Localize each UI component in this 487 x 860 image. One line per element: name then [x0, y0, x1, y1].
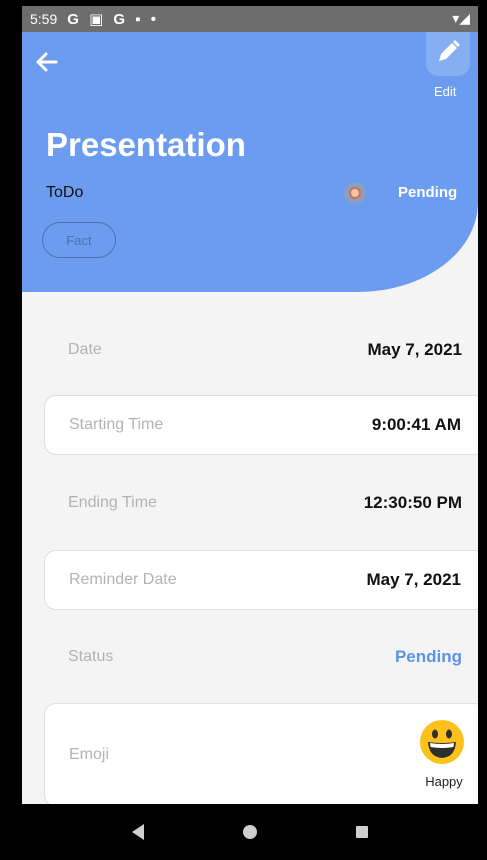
device-frame-left: [0, 0, 22, 860]
grinning-face-icon: [419, 719, 465, 765]
task-title: Presentation: [46, 126, 246, 163]
emoji-value: Happy: [425, 774, 463, 789]
date-value: May 7, 2021: [367, 340, 462, 359]
status-bar: 5:59 G ▣ G ▪ • ▾◢: [22, 6, 478, 32]
signal-battery-icon: ▾◢: [452, 10, 470, 26]
ending-time-row: Ending Time 12:30:50 PM: [44, 473, 478, 533]
device-frame-right: [478, 0, 487, 860]
status-label: Status: [68, 648, 114, 665]
reminder-date-value: May 7, 2021: [366, 570, 461, 589]
nav-home-icon[interactable]: [242, 825, 257, 839]
nav-back-icon[interactable]: [131, 824, 144, 840]
ending-time-value: 12:30:50 PM: [363, 493, 462, 512]
date-row: Date May 7, 2021: [44, 320, 478, 380]
task-header: Edit Presentation ToDo Pending Fact: [22, 32, 478, 292]
status-row: Status Pending: [44, 627, 478, 687]
starting-time-label: Starting Time: [69, 416, 164, 433]
emoji-row: Emoji Happy: [44, 703, 478, 807]
android-nav-bar: [22, 804, 478, 860]
phone-screen: 5:59 G ▣ G ▪ • ▾◢ Edit Presentation ToDo…: [22, 6, 478, 860]
pending-status-icon: [344, 182, 366, 204]
notification-icons: G ▣ G ▪ •: [67, 11, 159, 28]
nav-recent-apps-icon[interactable]: [356, 826, 369, 838]
ending-time-label: Ending Time: [68, 494, 157, 511]
emoji-label: Emoji: [69, 746, 110, 763]
status-time: 5:59: [30, 11, 58, 27]
status-value: Pending: [394, 647, 462, 666]
reminder-date-label: Reminder Date: [69, 571, 177, 588]
starting-time-value: 9:00:41 AM: [371, 415, 461, 434]
edit-label[interactable]: Edit: [434, 84, 456, 99]
back-arrow-icon[interactable]: [36, 50, 58, 76]
header-status: Pending: [398, 184, 458, 201]
task-category: ToDo: [46, 184, 84, 201]
pencil-icon: [435, 39, 461, 70]
reminder-date-row: Reminder Date May 7, 2021: [44, 550, 478, 610]
tag-chip[interactable]: Fact: [42, 222, 116, 258]
edit-button[interactable]: [426, 32, 470, 76]
starting-time-row: Starting Time 9:00:41 AM: [44, 395, 478, 455]
date-label: Date: [68, 341, 102, 358]
